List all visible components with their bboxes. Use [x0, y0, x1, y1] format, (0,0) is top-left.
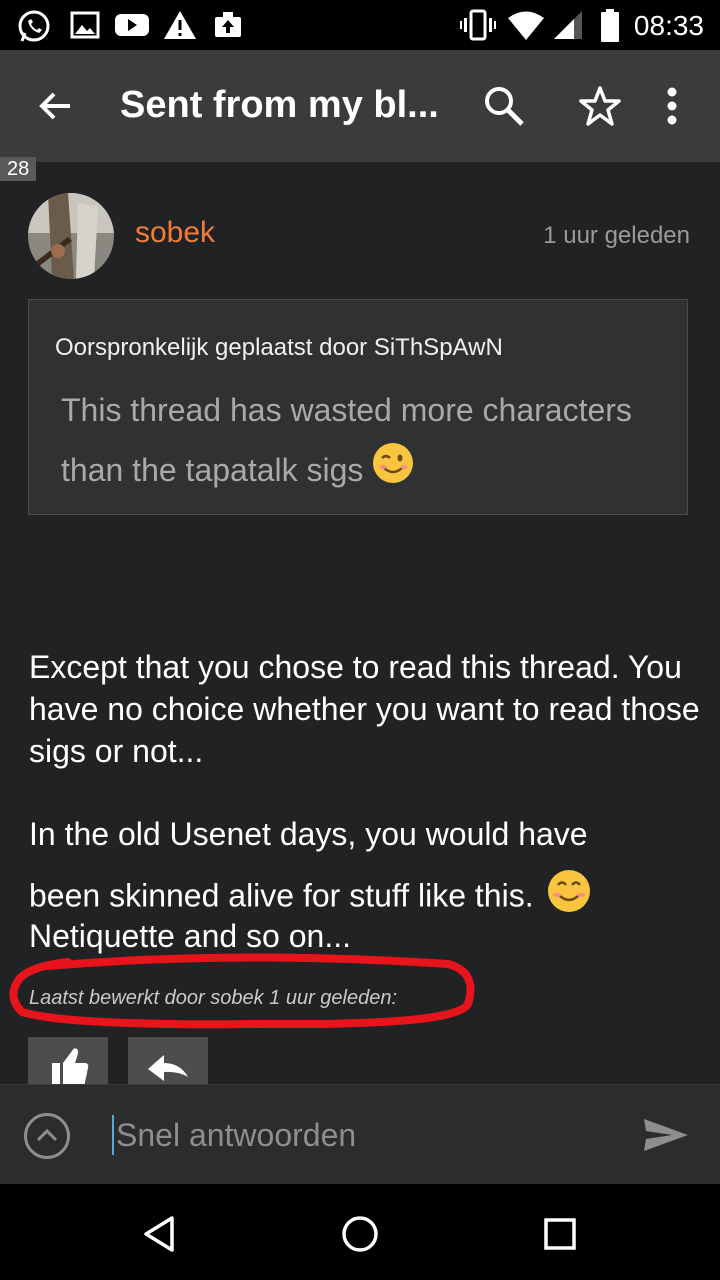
quote-text: This thread has wasted more characters t…	[61, 392, 632, 488]
vibrate-icon	[460, 9, 496, 46]
search-icon[interactable]	[478, 80, 530, 132]
quote-text-container: This thread has wasted more characters t…	[61, 380, 671, 504]
signal-icon	[552, 9, 584, 46]
back-arrow-icon[interactable]	[30, 80, 82, 132]
warning-icon	[163, 9, 197, 46]
star-icon[interactable]	[574, 80, 626, 132]
reply-button[interactable]	[128, 1037, 208, 1087]
nav-recents-icon[interactable]	[536, 1210, 584, 1258]
status-time: 08:33	[633, 10, 704, 41]
nav-back-icon[interactable]	[136, 1210, 184, 1258]
wifi-icon	[508, 9, 544, 46]
more-vert-icon[interactable]	[646, 80, 698, 132]
post-time: 1 uur geleden	[543, 222, 690, 249]
battery-icon	[600, 9, 620, 48]
quick-reply-input[interactable]	[114, 1116, 618, 1155]
page-title: Sent from my bl...	[120, 84, 439, 126]
red-annotation-oval	[9, 953, 475, 1029]
upload-icon	[212, 9, 244, 46]
send-icon[interactable]	[642, 1115, 690, 1160]
like-button[interactable]	[28, 1037, 108, 1087]
quick-reply-bar	[0, 1084, 720, 1185]
status-bar: 08:33	[0, 0, 720, 50]
youtube-icon	[114, 9, 150, 46]
post-paragraph-2-line-2: been skinned alive for stuff like this.	[29, 877, 534, 914]
winking-face-emoji	[371, 441, 415, 504]
page-badge: 28	[0, 157, 37, 181]
post-paragraph-1: Except that you chose to read this threa…	[29, 649, 700, 769]
quote-block: Oorspronkelijk geplaatst door SiThSpAwN …	[28, 299, 688, 515]
post-paragraph-2-line-1: In the old Usenet days, you would have	[29, 816, 588, 852]
expand-chevron-up-icon[interactable]	[24, 1113, 70, 1159]
nav-home-icon[interactable]	[336, 1210, 384, 1258]
post-paragraph-2-line-3: Netiquette and so on...	[29, 918, 351, 954]
navigation-bar	[0, 1184, 720, 1280]
avatar[interactable]	[28, 193, 114, 279]
post-author[interactable]: sobek	[135, 216, 215, 250]
whatsapp-icon	[16, 9, 52, 50]
quote-author: Oorspronkelijk geplaatst door SiThSpAwN	[55, 334, 503, 361]
image-icon	[70, 9, 100, 46]
app-bar: Sent from my bl...	[0, 50, 720, 162]
